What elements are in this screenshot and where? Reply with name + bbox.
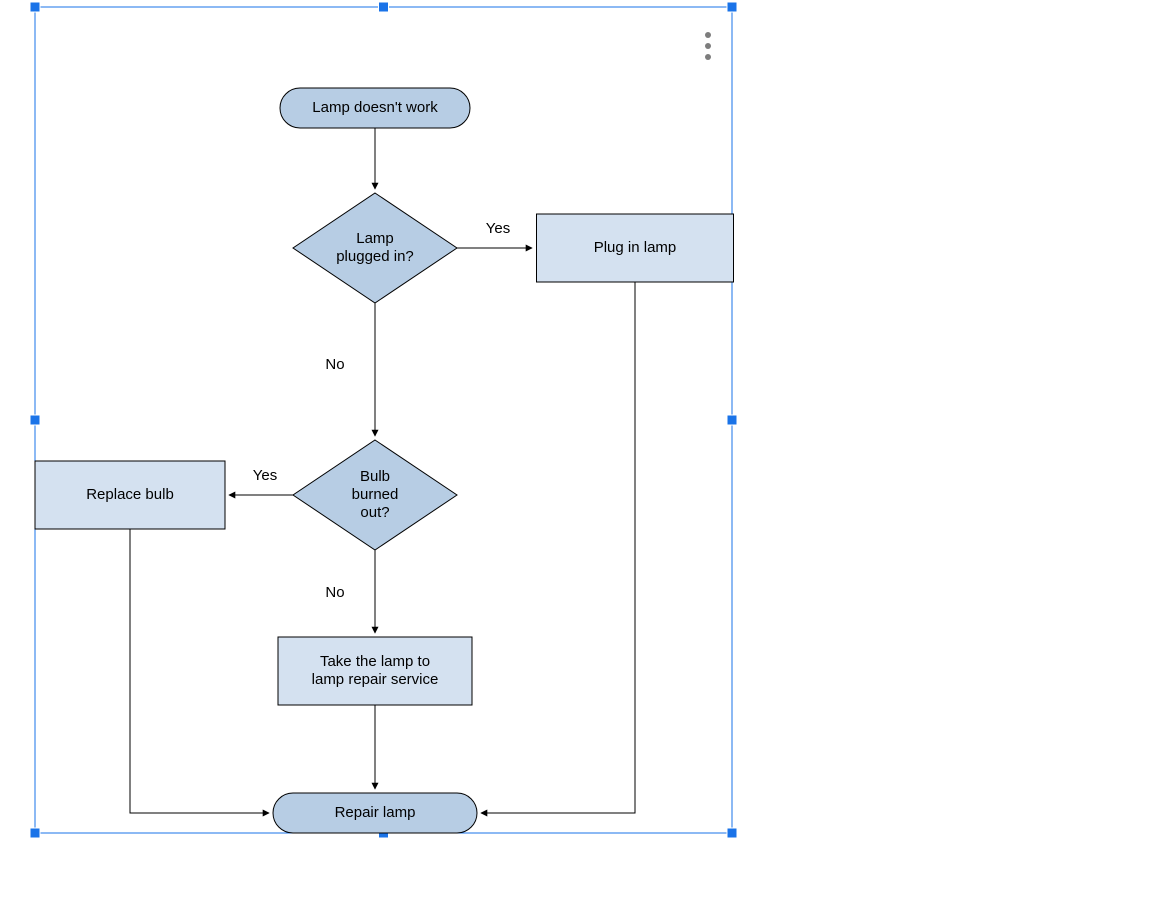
node-q_bulb[interactable]: Bulbburnedout?	[293, 440, 457, 550]
node-label: plugged in?	[336, 248, 414, 265]
edge-qbulb_to_replace[interactable]: Yes	[229, 467, 293, 495]
edge-qplug_to_plugin[interactable]: Yes	[457, 220, 532, 248]
selection-handle[interactable]	[379, 2, 389, 12]
node-plug_in[interactable]: Plug in lamp	[537, 214, 734, 282]
more-options-icon[interactable]	[705, 32, 711, 60]
node-label: Replace bulb	[86, 486, 174, 503]
edge-plugin_to_repair[interactable]	[481, 282, 635, 813]
edge-label: Yes	[253, 467, 277, 484]
edge-qbulb_to_service[interactable]: No	[325, 550, 375, 633]
selection-handle[interactable]	[30, 415, 40, 425]
node-label: burned	[352, 486, 399, 503]
node-label: Repair lamp	[335, 804, 416, 821]
edge-replace_to_repair[interactable]	[130, 529, 269, 813]
node-label: Plug in lamp	[594, 239, 677, 256]
selection-handle[interactable]	[30, 828, 40, 838]
edge-qplug_to_qbulb[interactable]: No	[325, 303, 375, 436]
node-label: Take the lamp to	[320, 653, 430, 670]
node-label: Bulb	[360, 468, 390, 485]
node-label: out?	[360, 504, 389, 521]
node-service[interactable]: Take the lamp tolamp repair service	[278, 637, 472, 705]
edge-label: No	[325, 356, 344, 373]
edge-label: No	[325, 584, 344, 601]
node-label: Lamp	[356, 230, 394, 247]
edge-label: Yes	[486, 220, 510, 237]
node-q_plug[interactable]: Lampplugged in?	[293, 193, 457, 303]
node-repair[interactable]: Repair lamp	[273, 793, 477, 833]
node-replace[interactable]: Replace bulb	[35, 461, 225, 529]
selection-handle[interactable]	[727, 415, 737, 425]
node-label: Lamp doesn't work	[312, 99, 438, 116]
selection-handle[interactable]	[30, 2, 40, 12]
node-start[interactable]: Lamp doesn't work	[280, 88, 470, 128]
selection-handle[interactable]	[727, 828, 737, 838]
node-label: lamp repair service	[312, 671, 439, 688]
selection-handle[interactable]	[727, 2, 737, 12]
